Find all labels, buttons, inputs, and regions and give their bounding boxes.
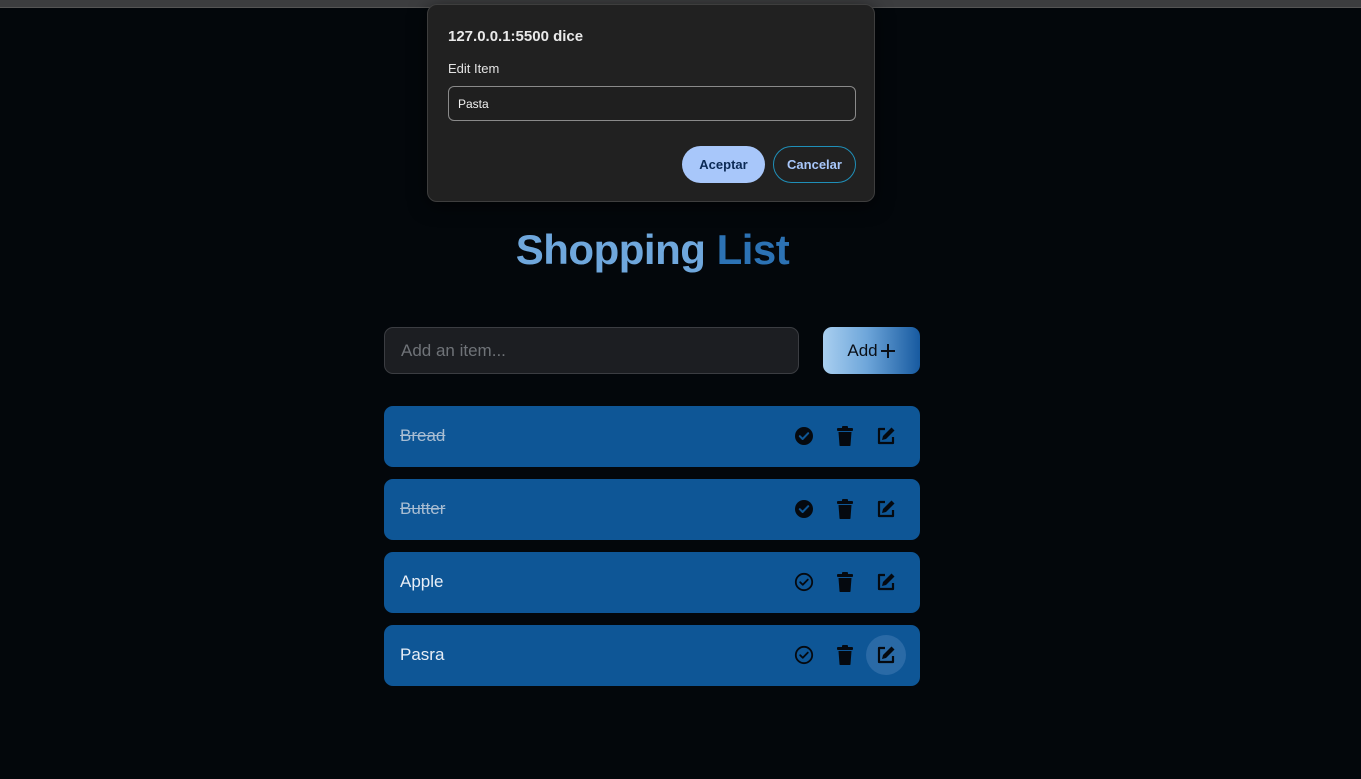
list-item: Bread — [384, 406, 920, 467]
title-shopping: Shopping — [515, 226, 706, 273]
list-item: Apple — [384, 552, 920, 613]
item-label: Apple — [400, 572, 444, 591]
plus-icon — [880, 343, 895, 358]
list-item: Pasra — [384, 625, 920, 686]
title-list: List — [716, 226, 790, 273]
page-title: Shopping List — [0, 226, 1305, 274]
shopping-list: Bread Butter Apple Pasra — [384, 406, 920, 698]
check-circle-filled-icon[interactable] — [784, 489, 824, 529]
check-circle-outline-icon[interactable] — [784, 635, 824, 675]
edit-icon[interactable] — [866, 635, 906, 675]
edit-icon[interactable] — [866, 416, 906, 456]
item-label: Pasra — [400, 645, 445, 664]
add-item-input[interactable] — [384, 327, 799, 374]
check-circle-outline-icon[interactable] — [784, 562, 824, 602]
edit-icon[interactable] — [866, 489, 906, 529]
item-label: Bread — [400, 426, 446, 445]
trash-icon[interactable] — [825, 416, 865, 456]
edit-icon[interactable] — [866, 562, 906, 602]
item-label: Butter — [400, 499, 446, 518]
trash-icon[interactable] — [825, 562, 865, 602]
trash-icon[interactable] — [825, 489, 865, 529]
prompt-dialog: 127.0.0.1:5500 dice Edit Item Aceptar Ca… — [427, 4, 875, 202]
add-button[interactable]: Add — [823, 327, 920, 374]
dialog-input[interactable] — [448, 86, 856, 121]
check-circle-filled-icon[interactable] — [784, 416, 824, 456]
dialog-message: Edit Item — [448, 61, 500, 76]
dialog-origin: 127.0.0.1:5500 dice — [448, 28, 584, 45]
cancel-button[interactable]: Cancelar — [773, 146, 856, 183]
accept-button[interactable]: Aceptar — [682, 146, 765, 183]
add-button-label: Add — [847, 340, 878, 360]
list-item: Butter — [384, 479, 920, 540]
trash-icon[interactable] — [825, 635, 865, 675]
